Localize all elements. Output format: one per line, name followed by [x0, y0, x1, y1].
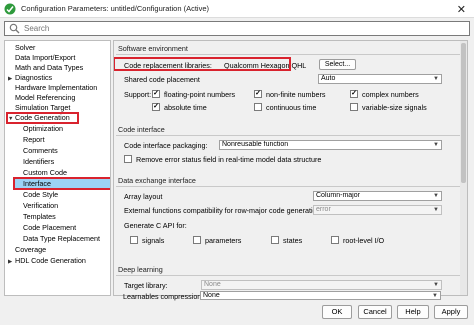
- tree-item-identifiers[interactable]: Identifiers: [23, 157, 54, 166]
- settings-panel: Software environment Code replacement li…: [113, 40, 468, 296]
- tree-item-hardware-implementation[interactable]: Hardware Implementation: [15, 83, 97, 92]
- tree-item-custom-code[interactable]: Custom Code: [23, 168, 67, 177]
- generate-capi-label: Generate C API for:: [124, 221, 187, 230]
- deep-learning-title: Deep learning: [118, 265, 163, 274]
- chevron-down-icon: ▼: [433, 193, 439, 199]
- tree-item-code-style[interactable]: Code Style: [23, 190, 58, 199]
- capi-parameters-checkbox[interactable]: [193, 236, 201, 244]
- tree-item-verification[interactable]: Verification: [23, 201, 58, 210]
- code-interface-title: Code interface: [118, 125, 165, 134]
- close-icon[interactable]: ✕: [457, 3, 466, 16]
- expand-arrow-icon[interactable]: ▶: [8, 75, 15, 84]
- array-layout-label: Array layout: [124, 192, 163, 201]
- highlight-box: [13, 177, 110, 190]
- dialog-footer: OK Cancel Help Apply: [0, 299, 474, 325]
- capi-states-checkbox[interactable]: [271, 236, 279, 244]
- software-environment-title: Software environment: [118, 44, 188, 53]
- section-divider: [116, 186, 465, 187]
- floating-point-checkbox[interactable]: ✓: [152, 90, 160, 98]
- chevron-down-icon: ▼: [433, 207, 439, 213]
- complex-numbers-checkbox[interactable]: ✓: [350, 90, 358, 98]
- code-interface-packaging-label: Code interface packaging:: [124, 141, 208, 150]
- panel-scrollbar[interactable]: [460, 41, 467, 295]
- scrollbar-thumb[interactable]: [461, 43, 466, 183]
- window-title: Configuration Parameters: untitled/Confi…: [21, 4, 210, 13]
- section-divider: [116, 54, 465, 55]
- chevron-down-icon: ▼: [433, 282, 439, 288]
- target-library-dropdown[interactable]: None ▼: [201, 280, 442, 290]
- cancel-button[interactable]: Cancel: [358, 305, 392, 319]
- capi-signals-checkbox[interactable]: [130, 236, 138, 244]
- continuous-time-label: continuous time: [266, 103, 317, 112]
- category-tree: Solver Data Import/Export Math and Data …: [4, 40, 111, 296]
- external-functions-label: External functions compatibility for row…: [124, 206, 323, 215]
- tree-item-model-referencing[interactable]: Model Referencing: [15, 93, 75, 102]
- tree-item-math-data-types[interactable]: Math and Data Types: [15, 63, 83, 72]
- search-input[interactable]: [24, 24, 424, 33]
- ok-button[interactable]: OK: [322, 305, 352, 319]
- floating-point-label: floating-point numbers: [164, 90, 236, 99]
- data-exchange-title: Data exchange interface: [118, 176, 196, 185]
- search-box[interactable]: [4, 21, 470, 36]
- help-button[interactable]: Help: [397, 305, 429, 319]
- non-finite-checkbox[interactable]: ✓: [254, 90, 262, 98]
- tree-item-code-placement[interactable]: Code Placement: [23, 223, 76, 232]
- capi-states-label: states: [283, 236, 303, 245]
- tree-item-hdl-code-generation[interactable]: ▶ HDL Code Generation: [8, 256, 86, 265]
- search-icon: [9, 23, 20, 34]
- tree-item-simulation-target[interactable]: Simulation Target: [15, 103, 70, 112]
- tree-item-data-import-export[interactable]: Data Import/Export: [15, 53, 75, 62]
- section-divider: [116, 275, 465, 276]
- absolute-time-label: absolute time: [164, 103, 207, 112]
- tree-item-diagnostics[interactable]: ▶ Diagnostics: [8, 73, 52, 82]
- matlab-app-icon: [4, 3, 16, 14]
- title-bar: Configuration Parameters: untitled/Confi…: [0, 0, 474, 18]
- code-interface-packaging-dropdown[interactable]: Nonreusable function ▼: [219, 140, 442, 150]
- capi-root-level-io-label: root-level I/O: [343, 236, 385, 245]
- shared-code-placement-label: Shared code placement: [124, 75, 200, 84]
- tree-item-templates[interactable]: Templates: [23, 212, 56, 221]
- non-finite-label: non-finite numbers: [266, 90, 326, 99]
- tree-item-comments[interactable]: Comments: [23, 146, 58, 155]
- remove-error-status-label: Remove error status field in real-time m…: [136, 155, 322, 164]
- variable-size-label: variable-size signals: [362, 103, 427, 112]
- capi-signals-label: signals: [142, 236, 165, 245]
- tree-item-solver[interactable]: Solver: [15, 43, 35, 52]
- expand-arrow-icon[interactable]: ▶: [8, 258, 15, 267]
- highlight-box: [6, 112, 79, 124]
- absolute-time-checkbox[interactable]: ✓: [152, 103, 160, 111]
- remove-error-status-checkbox[interactable]: [124, 155, 132, 163]
- external-functions-dropdown[interactable]: error ▼: [313, 205, 442, 215]
- chevron-down-icon: ▼: [433, 142, 439, 148]
- complex-numbers-label: complex numbers: [362, 90, 419, 99]
- target-library-label: Target library:: [124, 281, 168, 290]
- capi-root-level-io-checkbox[interactable]: [331, 236, 339, 244]
- tree-item-data-type-replacement[interactable]: Data Type Replacement: [23, 234, 100, 243]
- select-button[interactable]: Select...: [319, 59, 356, 70]
- support-label: Support:: [124, 90, 152, 99]
- variable-size-checkbox[interactable]: [350, 103, 358, 111]
- tree-item-coverage[interactable]: Coverage: [15, 245, 46, 254]
- highlight-box: [114, 57, 291, 71]
- continuous-time-checkbox[interactable]: [254, 103, 262, 111]
- capi-parameters-label: parameters: [205, 236, 242, 245]
- apply-button[interactable]: Apply: [434, 305, 468, 319]
- array-layout-dropdown[interactable]: Column-major ▼: [313, 191, 442, 201]
- shared-code-placement-dropdown[interactable]: Auto ▼: [318, 74, 442, 84]
- tree-item-report[interactable]: Report: [23, 135, 45, 144]
- chevron-down-icon: ▼: [433, 76, 439, 82]
- section-divider: [116, 135, 465, 136]
- tree-item-optimization[interactable]: Optimization: [23, 124, 63, 133]
